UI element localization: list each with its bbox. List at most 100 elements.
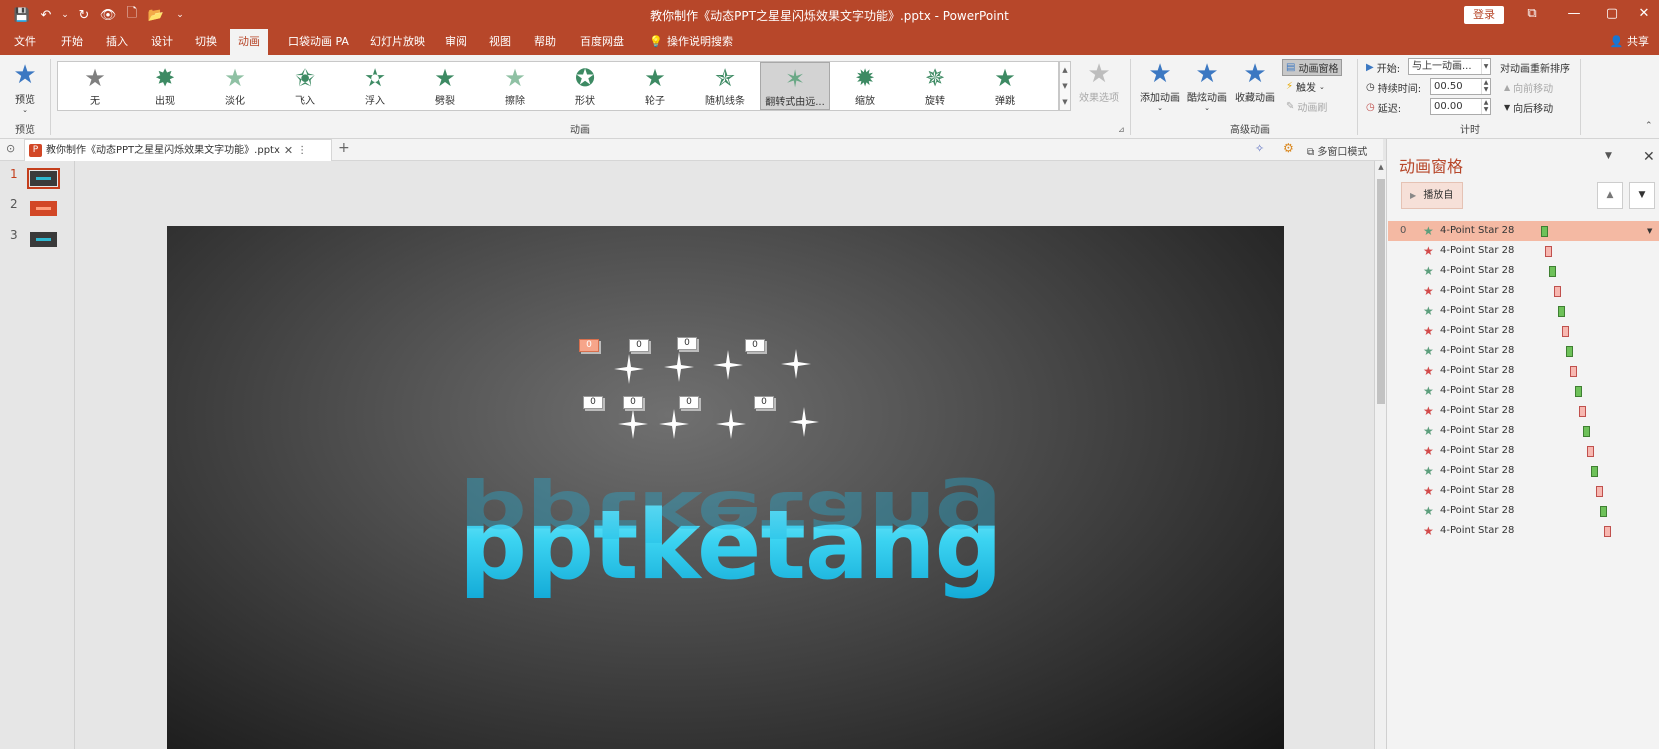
animation-tag[interactable]: 0 (679, 396, 699, 409)
timeline-bar[interactable] (1591, 466, 1599, 477)
spinner-icon[interactable]: ▲ ▼ (1481, 79, 1490, 94)
animation-tag[interactable]: 0 (745, 339, 765, 352)
item-dropdown-icon[interactable]: ▼ (1647, 221, 1652, 241)
timeline-bar[interactable] (1557, 306, 1565, 317)
timeline-bar[interactable] (1549, 266, 1557, 277)
timeline-bar[interactable] (1574, 386, 1582, 397)
timeline-bar[interactable] (1570, 366, 1578, 377)
pane-close-icon[interactable]: ✕ (1643, 149, 1655, 165)
effect-shape[interactable]: ✪ 形状 (550, 62, 620, 110)
effect-wheel[interactable]: ★ 轮子 (620, 62, 690, 110)
animation-list-item[interactable]: ★ 4-Point Star 28 (1388, 401, 1659, 421)
animation-dialog-launcher-icon[interactable]: ⊿ (1118, 125, 1125, 134)
tab-file[interactable]: 文件 (6, 29, 44, 55)
tab-insert[interactable]: 插入 (98, 29, 136, 55)
effect-float-in[interactable]: ✫ 浮入 (340, 62, 410, 110)
timeline-bar[interactable] (1545, 246, 1553, 257)
four-point-star-shape[interactable] (664, 352, 694, 382)
tab-animations[interactable]: 动画 (230, 29, 268, 55)
animation-tag[interactable]: 0 (629, 339, 649, 352)
tab-list-icon[interactable]: ⊙ (6, 142, 15, 155)
tab-baidu-netdisk[interactable]: 百度网盘 (572, 29, 632, 55)
collapse-ribbon-icon[interactable]: ⌃ (1645, 121, 1653, 131)
timeline-bar[interactable] (1578, 406, 1586, 417)
timeline-bar[interactable] (1583, 426, 1590, 437)
new-tab-icon[interactable]: + (338, 140, 350, 156)
slide-scrollbar[interactable]: ▲ (1374, 161, 1386, 749)
animation-list-item[interactable]: ★ 4-Point Star 28 (1388, 521, 1659, 541)
animation-list-item[interactable]: ★ 4-Point Star 28 (1388, 301, 1659, 321)
animation-list-item[interactable]: ★ 4-Point Star 28 (1388, 381, 1659, 401)
animation-list-item[interactable]: ★ 4-Point Star 28 (1388, 261, 1659, 281)
effect-bounce[interactable]: ★ 弹跳 (970, 62, 1040, 110)
four-point-star-shape[interactable] (659, 409, 689, 439)
more-icon[interactable]: ⋮ (297, 141, 307, 161)
effect-appear[interactable]: ✸ 出现 (130, 62, 200, 110)
four-point-star-shape[interactable] (789, 407, 819, 437)
share-button[interactable]: 👤 共享 (1610, 29, 1649, 55)
timeline-bar[interactable] (1553, 286, 1561, 297)
trigger-button[interactable]: ⚡ 触发 ⌄ (1286, 79, 1325, 94)
multi-window-button[interactable]: ⧉ 多窗口模式 (1307, 143, 1367, 158)
tab-pocket-animation[interactable]: 口袋动画 PA (280, 29, 357, 55)
move-down-button[interactable]: ▼ (1629, 182, 1655, 209)
tab-view[interactable]: 视图 (481, 29, 519, 55)
timeline-bar[interactable] (1541, 226, 1548, 237)
animation-pane-button[interactable]: ▤ 动画窗格 (1282, 59, 1343, 76)
close-tab-icon[interactable]: ✕ (284, 141, 293, 161)
tab-review[interactable]: 审阅 (437, 29, 475, 55)
tab-transitions[interactable]: 切换 (187, 29, 225, 55)
animation-tag[interactable]: 0 (579, 339, 599, 352)
animation-list-item[interactable]: ★ 4-Point Star 28 (1388, 421, 1659, 441)
animation-tag[interactable]: 0 (677, 337, 697, 350)
animation-list-item[interactable]: ★ 4-Point Star 28 (1388, 241, 1659, 261)
four-point-star-shape[interactable] (618, 409, 648, 439)
gallery-scrollbar[interactable]: ▲ ▼ ▼ (1059, 61, 1071, 111)
move-later-button[interactable]: ▼ 向后移动 (1504, 100, 1553, 115)
effect-wipe[interactable]: ★ 擦除 (480, 62, 550, 110)
magic-tool-icon[interactable]: ✧ (1255, 142, 1264, 155)
four-point-star-shape[interactable] (713, 350, 743, 380)
fav-animation-button[interactable]: ★ 收藏动画 (1230, 59, 1280, 104)
effect-none[interactable]: ★ 无 (60, 62, 130, 110)
timeline-bar[interactable] (1604, 526, 1611, 537)
preview-button[interactable]: ★ 预览 ⌄ (6, 59, 44, 114)
timeline-bar[interactable] (1562, 326, 1569, 337)
timeline-bar[interactable] (1599, 506, 1607, 517)
ribbon-display-icon[interactable]: ⧉ (1510, 4, 1554, 24)
slide-canvas[interactable]: 00000000 pptketang pptketang (167, 226, 1284, 749)
effect-random-bars[interactable]: ✯ 随机线条 (690, 62, 760, 110)
effect-grow-turn[interactable]: ✶ 翻转式由远... (760, 62, 830, 110)
spinner-icon[interactable]: ▲ ▼ (1481, 99, 1490, 114)
timeline-bar[interactable] (1595, 486, 1603, 497)
settings-icon[interactable]: ⚙ (1283, 141, 1294, 155)
slide-thumbnail[interactable] (30, 201, 57, 216)
four-point-star-shape[interactable] (614, 354, 644, 384)
animation-tag[interactable]: 0 (583, 396, 603, 409)
animation-list-item[interactable]: ★ 4-Point Star 28 (1388, 481, 1659, 501)
document-tab[interactable]: P 教你制作《动态PPT之星星闪烁效果文字功能》.pptx ✕ ⋮ (24, 139, 332, 161)
tab-slideshow[interactable]: 幻灯片放映 (362, 29, 433, 55)
four-point-star-shape[interactable] (781, 349, 811, 379)
animation-list-item[interactable]: ★ 4-Point Star 28 (1388, 281, 1659, 301)
add-animation-button[interactable]: ★ 添加动画 ⌄ (1134, 59, 1186, 112)
animation-painter-button[interactable]: ✎ 动画刷 (1286, 99, 1327, 114)
timeline-bar[interactable] (1587, 446, 1595, 457)
four-point-star-shape[interactable] (716, 409, 746, 439)
close-button[interactable]: ✕ (1622, 4, 1659, 24)
animation-list-item[interactable]: 0 ★ 4-Point Star 28 ▼ (1388, 221, 1659, 241)
animation-list-item[interactable]: ★ 4-Point Star 28 (1388, 501, 1659, 521)
animation-list-item[interactable]: ★ 4-Point Star 28 (1388, 361, 1659, 381)
effect-zoom[interactable]: ✹ 缩放 (830, 62, 900, 110)
effect-fade[interactable]: ★ 淡化 (200, 62, 270, 110)
tab-help[interactable]: 帮助 (526, 29, 564, 55)
effect-fly-in[interactable]: ✬ 飞入 (270, 62, 340, 110)
effect-swivel[interactable]: ✵ 旋转 (900, 62, 970, 110)
tab-design[interactable]: 设计 (143, 29, 181, 55)
cool-animation-button[interactable]: ★ 酷炫动画 ⌄ (1182, 59, 1232, 112)
animation-list-item[interactable]: ★ 4-Point Star 28 (1388, 321, 1659, 341)
slide-thumbnail[interactable] (30, 232, 57, 247)
gallery-down-icon[interactable]: ▼ (1060, 78, 1070, 94)
delay-input[interactable]: 00.00 ▲ ▼ (1430, 98, 1491, 115)
effect-split[interactable]: ★ 劈裂 (410, 62, 480, 110)
